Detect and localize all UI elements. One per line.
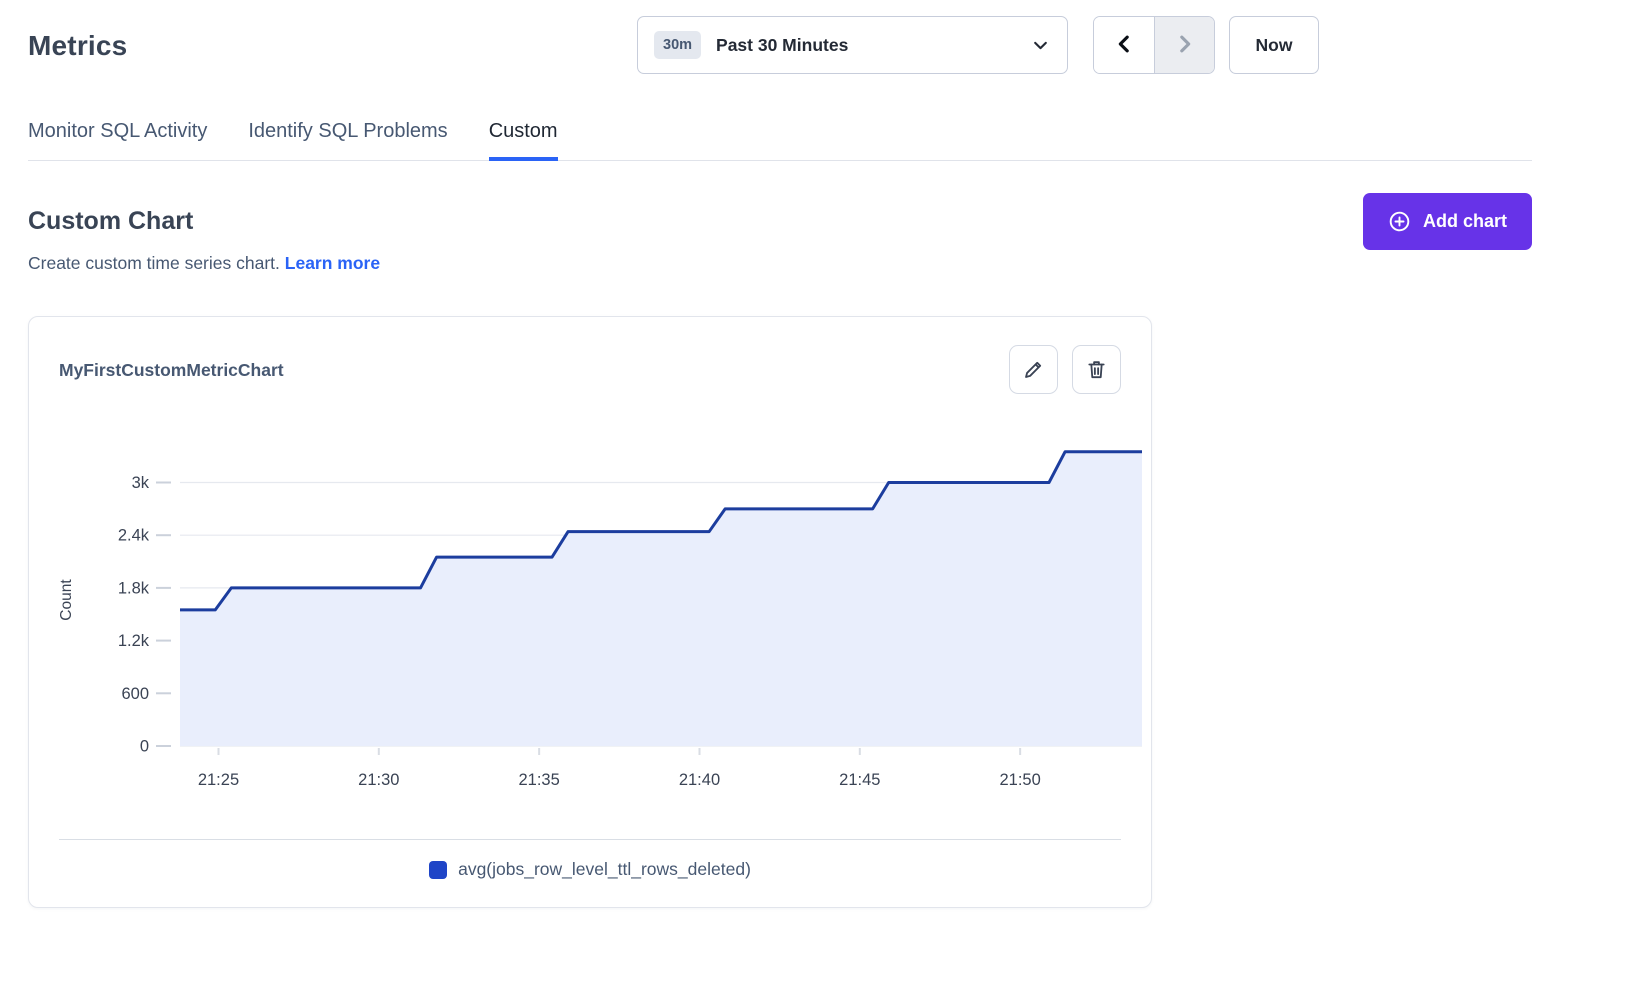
tab-bar: Monitor SQL Activity Identify SQL Proble… xyxy=(28,112,1532,161)
trash-icon xyxy=(1085,358,1108,381)
legend-swatch xyxy=(429,861,447,879)
svg-text:600: 600 xyxy=(121,685,149,703)
svg-text:1.2k: 1.2k xyxy=(118,632,150,650)
plus-circle-icon xyxy=(1388,210,1411,233)
add-chart-label: Add chart xyxy=(1423,211,1507,232)
chart-card-header: MyFirstCustomMetricChart xyxy=(29,317,1151,394)
page-header: Metrics 30m Past 30 Minutes xyxy=(28,0,1532,90)
svg-text:21:50: 21:50 xyxy=(999,771,1040,789)
svg-text:21:45: 21:45 xyxy=(839,771,880,789)
time-range-dropdown[interactable]: 30m Past 30 Minutes xyxy=(637,16,1068,74)
svg-text:Count: Count xyxy=(58,579,75,621)
svg-text:0: 0 xyxy=(140,738,149,756)
time-range-badge: 30m xyxy=(654,31,701,59)
time-window-nav xyxy=(1093,16,1215,74)
legend-label: avg(jobs_row_level_ttl_rows_deleted) xyxy=(458,859,751,880)
pencil-icon xyxy=(1022,358,1045,381)
chart-title: MyFirstCustomMetricChart xyxy=(59,345,284,381)
svg-text:21:35: 21:35 xyxy=(518,771,559,789)
learn-more-link[interactable]: Learn more xyxy=(285,253,380,273)
section-description: Create custom time series chart. Learn m… xyxy=(28,253,1532,274)
svg-text:1.8k: 1.8k xyxy=(118,579,150,597)
time-controls: 30m Past 30 Minutes Now xyxy=(637,16,1319,74)
svg-text:3k: 3k xyxy=(132,474,150,492)
now-button[interactable]: Now xyxy=(1229,16,1319,74)
chevron-right-icon xyxy=(1174,33,1196,58)
svg-text:21:25: 21:25 xyxy=(198,771,239,789)
time-range-label: Past 30 Minutes xyxy=(716,35,848,56)
chevron-down-icon xyxy=(1032,37,1049,54)
svg-text:21:30: 21:30 xyxy=(358,771,399,789)
tab-identify-sql-problems[interactable]: Identify SQL Problems xyxy=(248,112,447,160)
section-title: Custom Chart xyxy=(28,207,1532,236)
custom-metric-chart-card: MyFirstCustomMetricChart xyxy=(28,316,1152,908)
previous-window-button[interactable] xyxy=(1094,17,1154,73)
metrics-page: Metrics 30m Past 30 Minutes xyxy=(0,0,1650,982)
edit-chart-button[interactable] xyxy=(1009,345,1058,394)
next-window-button[interactable] xyxy=(1154,17,1214,73)
chart-actions xyxy=(1009,345,1121,394)
delete-chart-button[interactable] xyxy=(1072,345,1121,394)
chart-legend: avg(jobs_row_level_ttl_rows_deleted) xyxy=(29,840,1151,880)
tab-monitor-sql-activity[interactable]: Monitor SQL Activity xyxy=(28,112,207,160)
tab-custom[interactable]: Custom xyxy=(489,112,558,160)
chevron-left-icon xyxy=(1113,33,1135,58)
svg-text:2.4k: 2.4k xyxy=(118,527,150,545)
custom-chart-section-head: Custom Chart Create custom time series c… xyxy=(28,207,1532,274)
svg-text:21:40: 21:40 xyxy=(679,771,720,789)
section-description-text: Create custom time series chart. xyxy=(28,253,280,273)
custom-chart-canvas: 0 600 1.2k 1.8k 2.4k 3k 21:25 21:30 21:35 21:40 21… xyxy=(29,402,1153,797)
add-chart-button[interactable]: Add chart xyxy=(1363,193,1532,250)
